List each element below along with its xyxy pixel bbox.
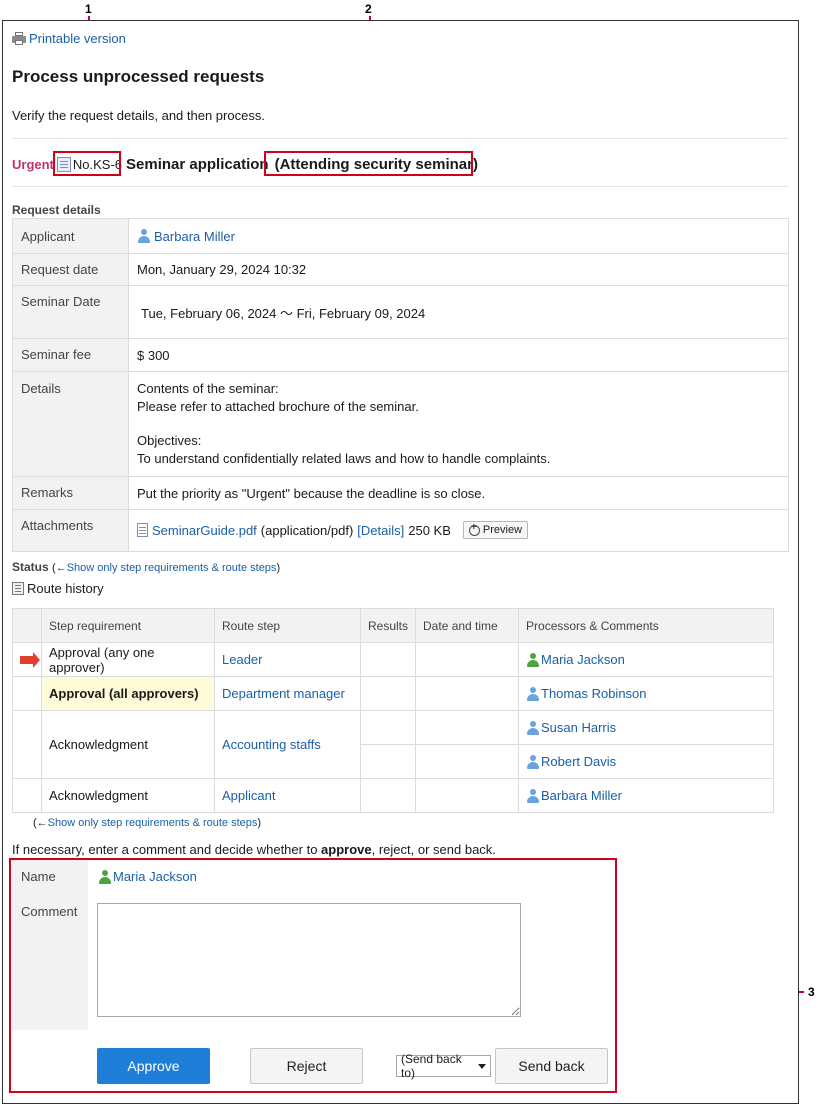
seminar-date-value: Tue, February 06, 2024 〜 Fri, February 0… bbox=[141, 305, 426, 321]
request-details-table: Applicant Barbara Miller Request date Mo… bbox=[12, 218, 789, 552]
instructions-text: Verify the request details, and then pro… bbox=[12, 108, 265, 123]
printable-version-label[interactable]: Printable version bbox=[29, 31, 126, 46]
route-history-heading: Route history bbox=[12, 581, 104, 596]
page-title: Process unprocessed requests bbox=[12, 67, 265, 86]
details-line: Objectives: bbox=[137, 433, 202, 448]
step-requirement: Approval (any one approver) bbox=[41, 642, 215, 677]
route-history-label: Route history bbox=[27, 581, 104, 596]
route-header-arrow bbox=[12, 608, 42, 643]
processor-link[interactable]: Barbara Miller bbox=[541, 788, 622, 803]
user-icon bbox=[526, 653, 540, 668]
decide-text-bold: approve bbox=[321, 842, 372, 857]
step-requirement: Acknowledgment bbox=[41, 778, 215, 813]
details-line: Please refer to attached brochure of the… bbox=[137, 398, 419, 414]
applicant-link[interactable]: Barbara Miller bbox=[154, 229, 235, 244]
show-steps-link-bottom[interactable]: Show only step requirements & route step… bbox=[48, 817, 258, 829]
decide-text-before: If necessary, enter a comment and decide… bbox=[12, 842, 322, 857]
attachment-size: 250 KB bbox=[408, 522, 451, 538]
route-header: Step requirement bbox=[41, 608, 215, 643]
processor-link[interactable]: Susan Harris bbox=[541, 720, 616, 735]
details-line: Contents of the seminar: bbox=[137, 381, 279, 396]
user-icon bbox=[526, 687, 540, 702]
printer-icon bbox=[12, 32, 26, 45]
attachment-link[interactable]: SeminarGuide.pdf bbox=[152, 523, 257, 538]
status-heading: Status (←Show only step requirements & r… bbox=[12, 560, 280, 574]
seminar-fee-label: Seminar fee bbox=[12, 338, 129, 372]
status-label: Status bbox=[12, 560, 49, 574]
preview-button[interactable]: Preview bbox=[462, 521, 529, 539]
route-header: Processors & Comments bbox=[518, 608, 774, 643]
remarks-value: Put the priority as "Urgent" because the… bbox=[137, 485, 486, 501]
request-date-label: Request date bbox=[12, 253, 129, 286]
table-row: Approval (all approvers) Department mana… bbox=[12, 676, 774, 711]
route-step-link[interactable]: Accounting staffs bbox=[222, 737, 321, 752]
user-icon bbox=[526, 721, 540, 736]
table-row: Acknowledgment Applicant Barbara Miller bbox=[12, 778, 774, 813]
processor-link[interactable]: Thomas Robinson bbox=[541, 686, 647, 701]
paren-open: (← bbox=[52, 562, 67, 574]
route-step-link[interactable]: Department manager bbox=[222, 686, 345, 701]
processor-link[interactable]: Robert Davis bbox=[541, 754, 616, 769]
processor-link[interactable]: Maria Jackson bbox=[541, 652, 625, 667]
paren-close: ) bbox=[257, 817, 262, 829]
step-requirement: Acknowledgment bbox=[41, 710, 215, 779]
request-title: Seminar application bbox=[126, 155, 269, 173]
decide-text-after: , reject, or send back. bbox=[371, 842, 496, 857]
details-label: Details bbox=[12, 371, 129, 477]
user-icon bbox=[137, 229, 151, 243]
details-line: To understand confidentially related law… bbox=[137, 450, 551, 466]
seminar-fee-value: $ 300 bbox=[137, 347, 170, 363]
callout-1-box bbox=[53, 151, 121, 176]
callout-2: 2 bbox=[365, 2, 372, 16]
attachment-type: (application/pdf) bbox=[260, 522, 354, 538]
seminar-date-label: Seminar Date bbox=[12, 285, 129, 339]
route-header: Results bbox=[359, 608, 417, 643]
route-header: Route step bbox=[214, 608, 361, 643]
decision-instructions: If necessary, enter a comment and decide… bbox=[12, 842, 496, 857]
attachments-label: Attachments bbox=[12, 509, 129, 552]
current-step-arrow-icon bbox=[20, 652, 40, 668]
request-details-heading: Request details bbox=[12, 203, 101, 217]
remarks-label: Remarks bbox=[12, 476, 129, 510]
preview-label: Preview bbox=[482, 524, 523, 536]
request-date-value: Mon, January 29, 2024 10:32 bbox=[137, 262, 307, 277]
table-row: Acknowledgment Accounting staffs Susan H… bbox=[12, 710, 774, 779]
step-requirement: Approval (all approvers) bbox=[41, 676, 215, 711]
callout-1: 1 bbox=[85, 2, 92, 16]
route-step-link[interactable]: Leader bbox=[222, 652, 262, 667]
priority-badge: Urgent bbox=[12, 156, 54, 172]
table-row: Approval (any one approver) Leader Maria… bbox=[12, 642, 774, 677]
bottom-show-steps: (←Show only step requirements & route st… bbox=[33, 817, 261, 829]
callout-3-box bbox=[9, 858, 617, 1093]
user-icon bbox=[526, 755, 540, 770]
paren-close: ) bbox=[276, 562, 281, 574]
document-icon bbox=[12, 582, 24, 595]
zoom-in-icon bbox=[468, 522, 480, 536]
applicant-label: Applicant bbox=[12, 218, 129, 254]
attachment-details-link[interactable]: [Details] bbox=[357, 523, 404, 538]
callout-2-box bbox=[264, 151, 473, 176]
user-icon bbox=[526, 789, 540, 804]
show-steps-link[interactable]: Show only step requirements & route step… bbox=[67, 562, 277, 574]
divider bbox=[12, 138, 789, 139]
file-icon bbox=[137, 523, 148, 537]
callout-3: 3 bbox=[808, 985, 815, 999]
paren-open: (← bbox=[33, 817, 48, 829]
printable-version-link[interactable]: Printable version bbox=[12, 31, 126, 46]
route-step-link[interactable]: Applicant bbox=[222, 788, 275, 803]
divider bbox=[12, 186, 789, 187]
route-header: Date and time bbox=[415, 608, 520, 643]
route-table: Step requirement Route step Results Date… bbox=[12, 608, 774, 813]
